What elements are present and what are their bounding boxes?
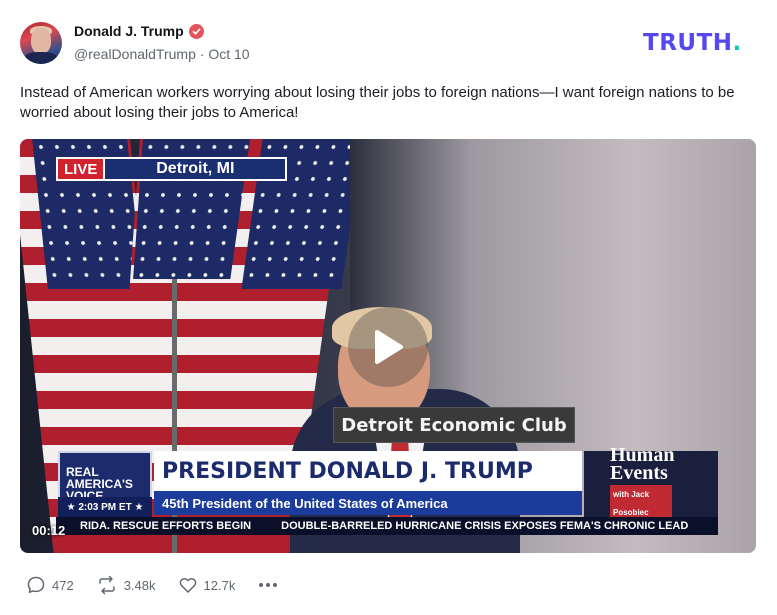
post-actions: 472 3.48k 12.7k — [26, 574, 301, 596]
avatar-suit — [24, 52, 58, 64]
ticker-item-2: DOUBLE-BARRELED HURRICANE CRISIS EXPOSES… — [281, 520, 689, 532]
verified-badge-icon — [188, 23, 204, 39]
post-card: Donald J. Trump @realDonaldTrump · Oct 1… — [0, 0, 777, 615]
like-count: 12.7k — [203, 577, 236, 593]
news-ticker: RIDA. RESCUE EFFORTS BEGIN DOUBLE-BARREL… — [56, 517, 718, 535]
video-timecode: 00:12 — [32, 523, 66, 538]
live-location: Detroit, MI — [105, 157, 288, 181]
show-brand-line-2: Events — [610, 461, 668, 484]
truth-logo-dot: . — [732, 30, 742, 56]
truth-logo[interactable]: TRUTH. — [643, 30, 742, 56]
lower-third-subheadline: 45th President of the United States of A… — [154, 491, 582, 515]
truth-logo-text: TRUTH — [643, 30, 733, 56]
reply-button[interactable]: 472 — [26, 575, 74, 595]
reply-icon — [27, 576, 45, 594]
live-tag: LIVE — [56, 157, 106, 181]
play-icon — [375, 330, 403, 364]
retruth-icon — [98, 575, 115, 595]
author-name-row: Donald J. Trump — [74, 23, 204, 39]
heart-icon — [179, 577, 196, 593]
ticker-item-1: RIDA. RESCUE EFFORTS BEGIN — [80, 520, 252, 532]
post-date[interactable]: Oct 10 — [208, 46, 249, 62]
retruth-button[interactable]: 3.48k — [96, 575, 156, 595]
video-player[interactable]: Detroit Economic Club LIVE Detroit, MI R… — [20, 139, 756, 553]
live-bug: LIVE Detroit, MI — [56, 157, 288, 181]
lower-third-headline: PRESIDENT DONALD J. TRUMP — [154, 451, 582, 491]
retruth-count: 3.48k — [123, 577, 156, 593]
like-button[interactable]: 12.7k — [178, 575, 236, 595]
show-brand-line-1: Human — [610, 443, 675, 466]
post-text: Instead of American workers worrying abo… — [20, 84, 735, 121]
podium-sign: Detroit Economic Club — [333, 407, 575, 443]
broadcast-time: ★ 2:03 PM ET ★ — [58, 497, 152, 517]
avatar[interactable] — [20, 22, 62, 64]
author-handle[interactable]: @realDonaldTrump — [74, 46, 196, 62]
play-button[interactable] — [348, 307, 428, 387]
more-horizontal-icon — [259, 583, 278, 587]
avatar-face — [31, 28, 51, 54]
more-button[interactable] — [257, 575, 279, 595]
author-display-name[interactable]: Donald J. Trump — [74, 23, 184, 39]
show-brand: Human Events with Jack Posobiec — [584, 445, 718, 523]
reply-count: 472 — [52, 577, 74, 593]
author-meta: @realDonaldTrump · Oct 10 — [74, 46, 250, 62]
meta-separator: · — [199, 46, 205, 62]
